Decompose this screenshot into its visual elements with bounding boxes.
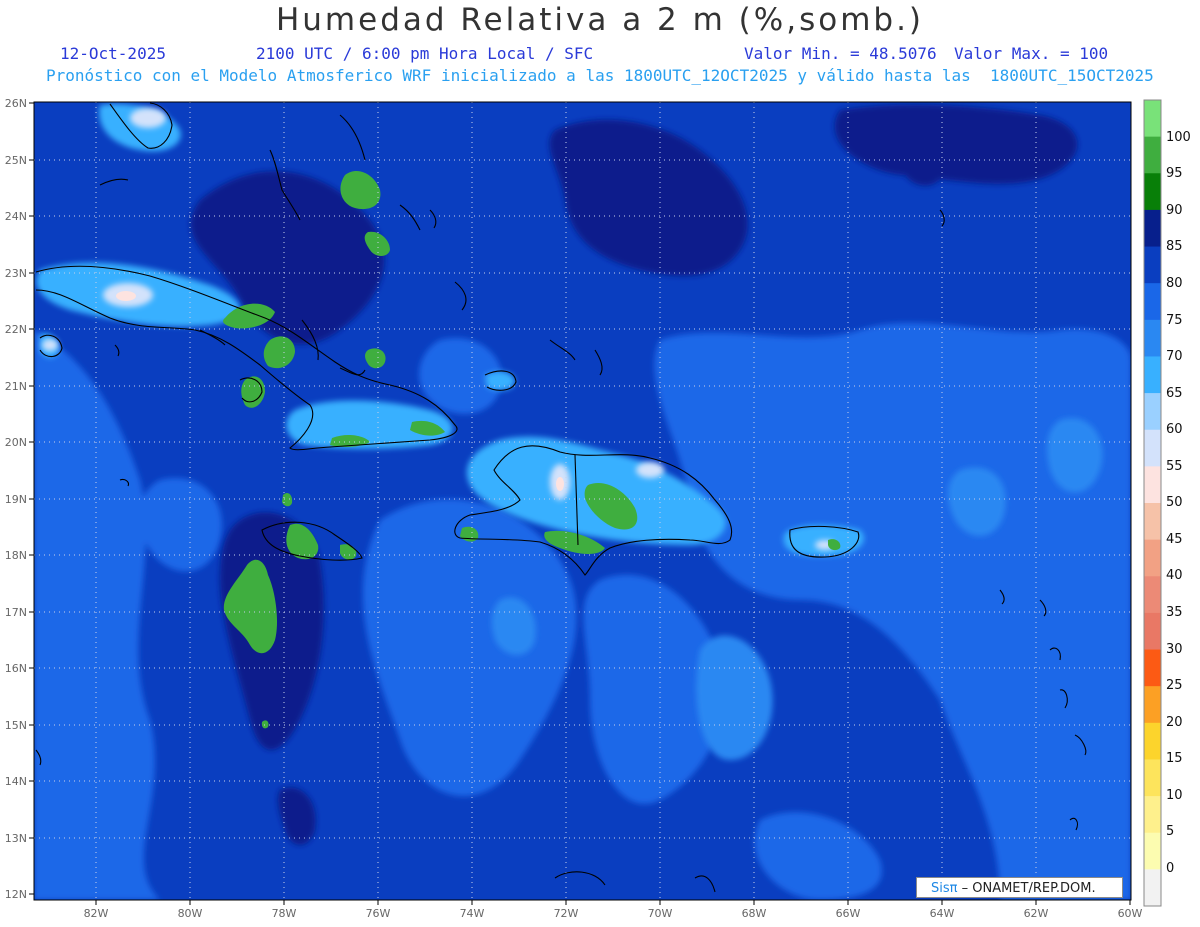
colorbar-label: 95 xyxy=(1166,166,1183,181)
colorbar-label: 65 xyxy=(1166,386,1183,401)
humidity-field xyxy=(34,102,1131,900)
colorbar: 100 95 90 85 80 75 70 65 60 55 50 45 40 … xyxy=(1143,99,1191,907)
colorbar-label: 10 xyxy=(1166,788,1183,803)
lon-label: 74W xyxy=(460,907,485,920)
colorbar-label: 15 xyxy=(1166,751,1183,766)
lat-label: 13N xyxy=(5,832,27,845)
lat-label: 19N xyxy=(5,493,27,506)
colorbar-cell xyxy=(1144,869,1161,907)
lon-label: 60W xyxy=(1118,907,1143,920)
lat-label: 18N xyxy=(5,549,27,562)
lon-label: 64W xyxy=(930,907,955,920)
lat-label: 17N xyxy=(5,606,27,619)
colorbar-cell xyxy=(1144,722,1161,760)
colorbar-label: 35 xyxy=(1166,605,1183,620)
colorbar-label: 30 xyxy=(1166,642,1183,657)
colorbar-label: 80 xyxy=(1166,276,1183,291)
colorbar-label: 40 xyxy=(1166,568,1183,583)
colorbar-label: 60 xyxy=(1166,422,1183,437)
humidity-map: 82W 80W 78W 76W 74W 72W 70W 68W 66W 64W … xyxy=(5,97,1191,920)
colorbar-cell xyxy=(1144,429,1161,467)
colorbar-cell xyxy=(1144,649,1161,687)
colorbar-label: 90 xyxy=(1166,203,1183,218)
lat-label: 24N xyxy=(5,210,27,223)
colorbar-cell xyxy=(1144,393,1161,431)
lat-label: 25N xyxy=(5,154,27,167)
colorbar-cell xyxy=(1144,173,1161,211)
lat-label: 14N xyxy=(5,775,27,788)
colorbar-label: 85 xyxy=(1166,239,1183,254)
colorbar-label: 5 xyxy=(1166,824,1174,839)
colorbar-cell xyxy=(1144,356,1161,394)
lat-label: 16N xyxy=(5,662,27,675)
credit-brand: Sisπ xyxy=(931,881,958,896)
colorbar-cell xyxy=(1144,246,1161,284)
lon-label: 82W xyxy=(84,907,109,920)
colorbar-cell xyxy=(1144,466,1161,504)
lon-label: 68W xyxy=(742,907,767,920)
lat-label: 26N xyxy=(5,97,27,110)
credit-text: – ONAMET/REP.DOM. xyxy=(957,881,1096,896)
lat-label: 22N xyxy=(5,323,27,336)
lat-label: 20N xyxy=(5,436,27,449)
colorbar-cell xyxy=(1144,136,1161,174)
colorbar-cell xyxy=(1144,539,1161,577)
colorbar-cell xyxy=(1144,319,1161,357)
lon-label: 80W xyxy=(178,907,203,920)
lat-label: 15N xyxy=(5,719,27,732)
colorbar-cell xyxy=(1144,100,1161,138)
colorbar-label: 0 xyxy=(1166,861,1174,876)
lat-label: 23N xyxy=(5,267,27,280)
lon-label: 62W xyxy=(1024,907,1049,920)
colorbar-cell xyxy=(1144,576,1161,614)
lat-label: 21N xyxy=(5,380,27,393)
colorbar-cell xyxy=(1144,503,1161,541)
colorbar-cell xyxy=(1144,686,1161,724)
colorbar-cell xyxy=(1144,283,1161,321)
colorbar-label: 20 xyxy=(1166,715,1183,730)
lon-label: 72W xyxy=(554,907,579,920)
colorbar-label: 25 xyxy=(1166,678,1183,693)
lon-label: 76W xyxy=(366,907,391,920)
colorbar-label: 45 xyxy=(1166,532,1183,547)
colorbar-label: 100 xyxy=(1166,130,1191,145)
lat-label: 12N xyxy=(5,888,27,901)
colorbar-cell xyxy=(1144,209,1161,248)
colorbar-label: 70 xyxy=(1166,349,1183,364)
credit-box: Sisπ – ONAMET/REP.DOM. xyxy=(916,877,1123,898)
colorbar-label: 50 xyxy=(1166,495,1183,510)
colorbar-cell xyxy=(1144,759,1161,797)
lon-labels: 82W 80W 78W 76W 74W 72W 70W 68W 66W 64W … xyxy=(84,907,1143,920)
colorbar-cell xyxy=(1144,612,1161,651)
lon-label: 70W xyxy=(648,907,673,920)
colorbar-cell xyxy=(1144,832,1161,870)
lon-label: 66W xyxy=(836,907,861,920)
lat-labels: 26N 25N 24N 23N 22N 21N 20N 19N 18N 17N … xyxy=(5,97,27,901)
colorbar-label: 75 xyxy=(1166,313,1183,328)
colorbar-cell xyxy=(1144,796,1161,834)
colorbar-label: 55 xyxy=(1166,459,1183,474)
lon-label: 78W xyxy=(272,907,297,920)
